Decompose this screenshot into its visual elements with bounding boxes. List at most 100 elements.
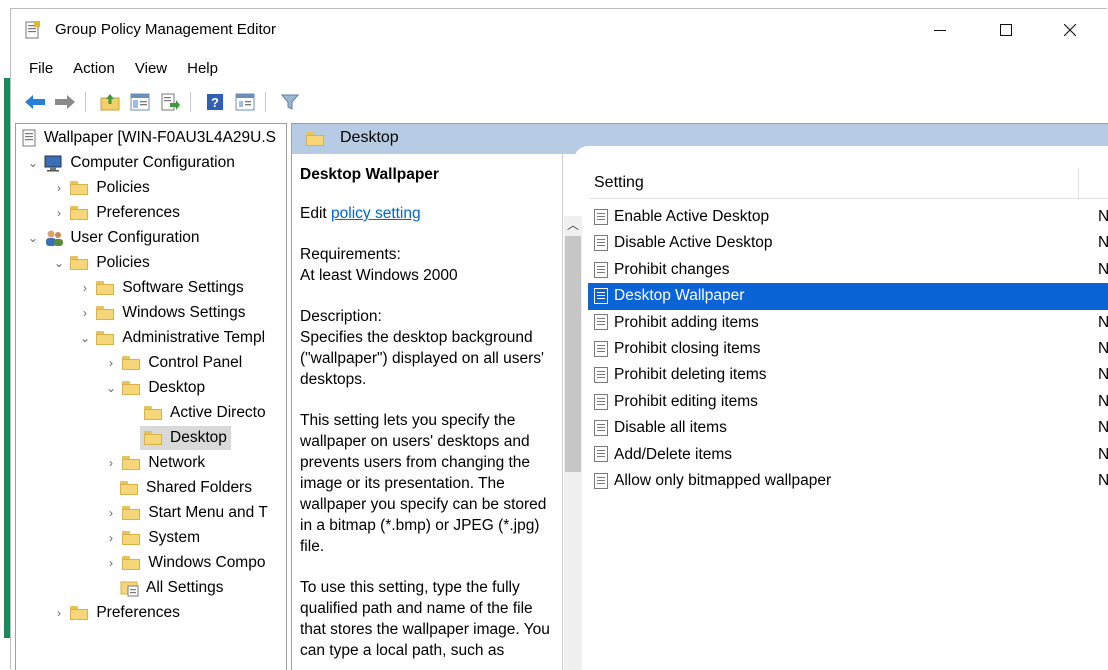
minimize-button[interactable] [917,9,963,51]
list-item[interactable]: Enable Active Desktop No [588,204,1108,230]
chevron-down-icon[interactable]: ⌄ [78,326,92,350]
tree-item-network[interactable]: › Network [104,451,205,475]
menu-action[interactable]: Action [63,57,125,81]
setting-state: No [1098,468,1108,494]
folder-icon [122,555,141,570]
filter-button[interactable] [278,91,302,113]
title-bar[interactable]: Group Policy Management Editor [11,9,1107,51]
help-button[interactable]: ? [203,91,227,113]
menu-help[interactable]: Help [177,57,228,81]
settings-list: Enable Active DesktopNoDisable Active De… [588,204,1108,494]
list-item[interactable]: Prohibit deleting items No [588,362,1108,388]
list-item[interactable]: Disable Active Desktop No [588,230,1108,256]
chevron-right-icon[interactable]: › [78,301,92,325]
window-title: Group Policy Management Editor [55,21,276,38]
scroll-up-icon[interactable]: ︿ [564,216,582,234]
chevron-down-icon[interactable]: ⌄ [104,376,118,400]
forward-button[interactable] [53,91,77,113]
tree-label: Administrative Templ [122,329,266,346]
list-item[interactable]: Allow only bitmapped wallpaper No [588,468,1108,494]
requirements-value: At least Windows 2000 [300,267,458,284]
svg-text:?: ? [211,95,219,110]
help-icon: ? [207,94,223,110]
chevron-right-icon[interactable]: › [104,551,118,575]
folder-icon [96,280,115,295]
tree-label: Computer Configuration [70,154,235,171]
list-item[interactable]: Prohibit changes No [588,257,1108,283]
chevron-down-icon[interactable]: ⌄ [52,251,66,275]
chevron-right-icon[interactable]: › [104,501,118,525]
chevron-right-icon[interactable]: › [78,276,92,300]
list-item[interactable]: Add/Delete items No [588,442,1108,468]
tree-item-computer-configuration[interactable]: ⌄ Computer Configuration [26,151,235,175]
policy-setting-icon [594,208,608,225]
tree-label: Policies [96,179,150,196]
tree-item-windows-settings[interactable]: › Windows Settings [78,301,246,325]
chevron-right-icon[interactable]: › [104,351,118,375]
tree-item-uc-preferences[interactable]: › Preferences [52,601,180,625]
tree-item-shared-folders[interactable]: Shared Folders [120,476,252,500]
description-scrollbar[interactable]: ︿ [564,216,582,670]
column-header-setting[interactable]: Setting [594,174,644,192]
chevron-down-icon[interactable]: ⌄ [26,151,40,175]
tree-item-desktop[interactable]: ⌄ Desktop [104,376,205,400]
tree-label: Active Directo [170,404,266,421]
tree-item-control-panel[interactable]: › Control Panel [104,351,242,375]
pane-divider [562,154,563,670]
setting-name: Allow only bitmapped wallpaper [614,471,832,489]
policy-setting-link[interactable]: policy setting [331,205,421,222]
tree-root-gpo[interactable]: Wallpaper [WIN-F0AU3L4A29U.S [22,126,276,150]
chevron-right-icon[interactable]: › [104,451,118,475]
setting-name: Enable Active Desktop [614,208,770,225]
export-list-button[interactable] [158,91,182,113]
menu-file[interactable]: File [11,57,63,81]
tree-item-software-settings[interactable]: › Software Settings [78,276,244,300]
policy-setting-icon [594,288,608,305]
setting-state: No [1098,310,1108,336]
list-item[interactable]: Prohibit adding items No [588,310,1108,336]
chevron-right-icon[interactable]: › [52,201,66,225]
list-item[interactable]: Disable all items No [588,415,1108,441]
tree-item-cc-policies[interactable]: › Policies [52,176,150,200]
chevron-right-icon[interactable]: › [52,601,66,625]
folder-icon [122,380,141,395]
folder-icon [122,530,141,545]
tree-label: Desktop [170,429,227,446]
filter-icon [280,94,300,110]
tree-item-system[interactable]: › System [104,526,200,550]
up-one-level-button[interactable] [98,91,122,113]
setting-state: No [1098,230,1108,256]
tree-item-start-menu[interactable]: › Start Menu and T [104,501,268,525]
list-item[interactable]: Prohibit editing items No [588,389,1108,415]
folder-icon [144,405,162,420]
tree-item-windows-components[interactable]: › Windows Compo [104,551,265,575]
tree-label: User Configuration [70,229,200,246]
column-separator[interactable] [1078,168,1079,200]
tree-item-user-configuration[interactable]: ⌄ User Configuration [26,226,200,250]
tree-item-active-directory[interactable]: Active Directo [144,401,266,425]
folder-icon [122,355,141,370]
show-hide-tree-button[interactable] [128,91,152,113]
maximize-button[interactable] [983,9,1029,51]
tree-item-all-settings[interactable]: All Settings [120,576,224,600]
setting-state: No [1098,204,1108,230]
tree-item-desktop-selected[interactable]: Desktop [140,426,231,450]
menu-view[interactable]: View [125,57,177,81]
back-button[interactable] [23,91,47,113]
chevron-down-icon[interactable]: ⌄ [26,226,40,250]
tree-item-uc-policies[interactable]: ⌄ Policies [52,251,150,275]
chevron-right-icon[interactable]: › [52,176,66,200]
close-button[interactable] [1047,9,1093,51]
scrollbar-thumb[interactable] [565,236,581,472]
policy-setting-icon [594,472,608,489]
folder-icon [70,605,89,620]
list-item[interactable]: Prohibit closing items No [588,336,1108,362]
list-item[interactable]: Desktop Wallpaper [588,283,1108,310]
tree-item-administrative-templates[interactable]: ⌄ Administrative Templ [78,326,265,350]
tree-item-cc-preferences[interactable]: › Preferences [52,201,180,225]
setting-state: No [1098,442,1108,468]
chevron-right-icon[interactable]: › [104,526,118,550]
properties-button[interactable] [233,91,257,113]
policy-setting-icon [594,420,608,437]
up-folder-icon [100,94,120,111]
